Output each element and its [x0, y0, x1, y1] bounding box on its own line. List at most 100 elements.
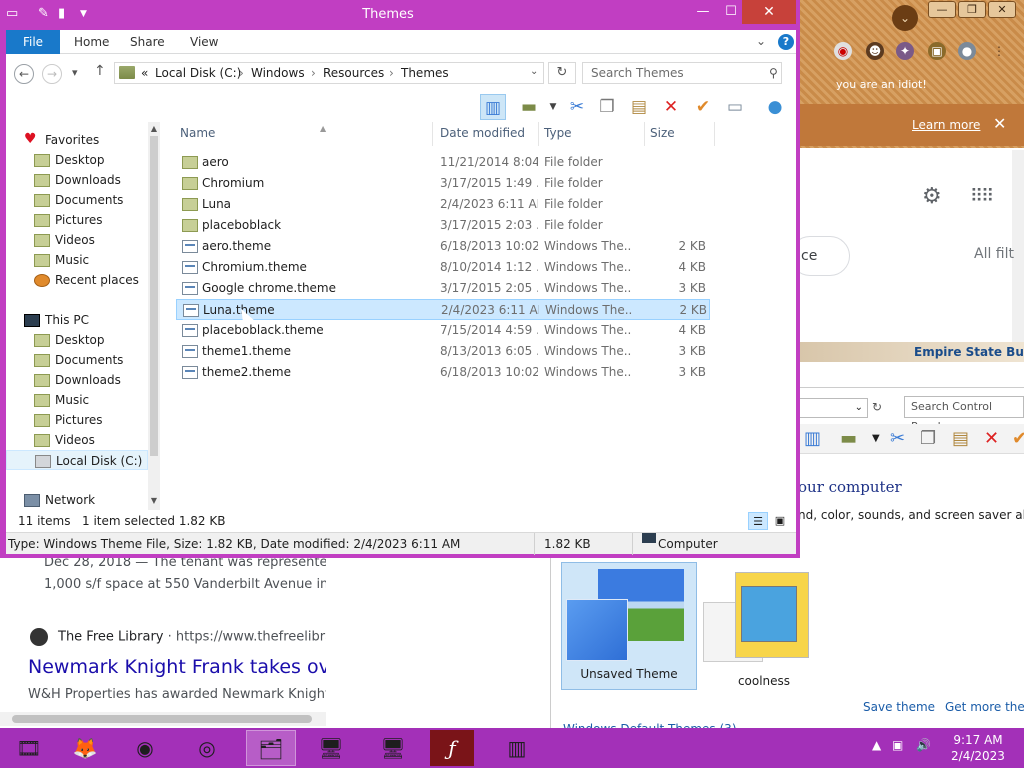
nav-favorites[interactable]: ♥ Favorites	[6, 130, 148, 150]
result-title[interactable]: Empire State Bu	[914, 345, 1024, 359]
apps-grid-icon[interactable]: ⠿⠿	[970, 186, 994, 207]
close-icon[interactable]: ✕	[993, 114, 1006, 133]
file-row-selected[interactable]: Luna.theme 2/4/2023 6:11 AM Windows The.…	[176, 299, 710, 320]
search-input[interactable]: Search Themes ⚲	[582, 62, 782, 84]
nav-pc-documents[interactable]: Documents	[6, 350, 148, 370]
nav-fav-documents[interactable]: Documents	[6, 190, 148, 210]
help-globe-icon[interactable]: ●	[762, 94, 788, 120]
menu-icon[interactable]: ⋮	[990, 42, 1008, 60]
column-divider[interactable]	[714, 122, 715, 146]
properties-icon[interactable]: ▭	[722, 94, 748, 120]
check-icon[interactable]: ✔	[690, 94, 716, 120]
new-folder-icon[interactable]: ▬	[840, 428, 857, 449]
copy-icon[interactable]: ❐	[594, 94, 620, 120]
file-explorer-icon[interactable]: 🗂	[246, 730, 296, 766]
bookmark-text[interactable]: you are an idiot!	[836, 78, 927, 91]
breadcrumb-resources[interactable]: Resources	[323, 66, 384, 80]
network-tray-icon[interactable]: ▣	[892, 738, 903, 752]
file-row[interactable]: placeboblack 3/17/2015 2:03 ... File fol…	[176, 215, 710, 236]
scroll-down-icon[interactable]: ▼	[148, 496, 160, 505]
nav-pc-videos[interactable]: Videos	[6, 430, 148, 450]
minimize-button[interactable]: —	[688, 0, 718, 24]
firefox-icon[interactable]: 🦊	[60, 730, 110, 766]
large-icons-view-icon[interactable]: ▣	[770, 512, 790, 530]
close-button[interactable]: ✕	[742, 0, 796, 24]
sidepanel-icon[interactable]: ▣	[928, 42, 946, 60]
tab-file[interactable]: File	[6, 30, 60, 54]
title-bar[interactable]: ▭ ✎ ▮ ▼ Themes — ☐ ✕	[0, 0, 800, 30]
paste-icon[interactable]: ▤	[952, 428, 969, 449]
new-folder-icon[interactable]: ▬	[516, 94, 542, 120]
nav-pc-desktop[interactable]: Desktop	[6, 330, 148, 350]
chevron-down-icon[interactable]: ⌄	[892, 5, 918, 31]
nav-this-pc[interactable]: This PC	[6, 310, 148, 330]
nav-scrollbar[interactable]: ▲ ▼	[148, 122, 160, 510]
breadcrumb-separator[interactable]: ›	[239, 66, 244, 80]
cut-icon[interactable]: ✂	[890, 428, 905, 449]
nav-pc-downloads[interactable]: Downloads	[6, 370, 148, 390]
gear-icon[interactable]: ⚙	[922, 184, 942, 209]
column-divider[interactable]	[432, 122, 433, 146]
tab-home[interactable]: Home	[64, 30, 119, 54]
search-icon[interactable]: ⚲	[769, 63, 778, 83]
nav-pc-pictures[interactable]: Pictures	[6, 410, 148, 430]
file-row[interactable]: Chromium 3/17/2015 1:49 ... File folder	[176, 173, 710, 194]
store-icon[interactable]: ▥	[492, 730, 542, 766]
extension-icon[interactable]: ◉	[834, 42, 852, 60]
nav-fav-downloads[interactable]: Downloads	[6, 170, 148, 190]
breadcrumb-themes[interactable]: Themes	[401, 66, 449, 80]
breadcrumb-local-disk[interactable]: Local Disk (C:)	[155, 66, 241, 80]
column-header-size[interactable]: Size	[650, 126, 675, 140]
campaign-icon[interactable]: ◎	[182, 730, 232, 766]
puzzle-icon[interactable]: ✦	[896, 42, 914, 60]
learn-more-link[interactable]: Learn more	[912, 118, 980, 132]
clock[interactable]: 9:17 AM 2/4/2023	[940, 732, 1016, 764]
chevron-down-icon[interactable]: ⌄	[756, 34, 766, 48]
column-header-name[interactable]: Name ▲	[180, 124, 326, 140]
chrome-icon[interactable]: ◉	[120, 730, 170, 766]
file-row[interactable]: Luna 2/4/2023 6:11 AM File folder	[176, 194, 710, 215]
result-card[interactable]: Empire State Bu	[798, 342, 1024, 362]
volume-icon[interactable]: 🔊	[916, 738, 931, 752]
delete-icon[interactable]: ✕	[984, 428, 999, 449]
breadcrumb-separator[interactable]: ›	[389, 66, 394, 80]
details-view-icon[interactable]: ☰	[748, 512, 768, 530]
paste-icon[interactable]: ▤	[626, 94, 652, 120]
network-app-2-icon[interactable]: 🖥	[368, 730, 418, 766]
dropdown-icon[interactable]: ▼	[540, 94, 566, 120]
result-link[interactable]: Newmark Knight Frank takes over	[28, 656, 349, 678]
file-row[interactable]: theme1.theme 8/13/2013 6:05 ... Windows …	[176, 341, 710, 362]
nav-fav-desktop[interactable]: Desktop	[6, 150, 148, 170]
nav-fav-pictures[interactable]: Pictures	[6, 210, 148, 230]
recent-locations-icon[interactable]: ▾	[72, 66, 78, 79]
nav-fav-music[interactable]: Music	[6, 250, 148, 270]
scrollbar-thumb[interactable]	[12, 715, 312, 723]
column-header-type[interactable]: Type	[544, 126, 572, 140]
nav-pc-local-disk[interactable]: Local Disk (C:)	[6, 450, 148, 470]
nav-fav-recent[interactable]: Recent places	[6, 270, 148, 290]
breadcrumb-overflow[interactable]: «	[141, 66, 148, 80]
nav-fav-videos[interactable]: Videos	[6, 230, 148, 250]
flash-icon[interactable]: ƒ	[430, 730, 474, 766]
file-row[interactable]: theme2.theme 6/18/2013 10:02... Windows …	[176, 362, 710, 383]
address-dropdown-icon[interactable]: ⌄	[530, 66, 538, 77]
get-more-themes-link[interactable]: Get more them	[945, 700, 1024, 714]
column-divider[interactable]	[538, 122, 539, 146]
nav-network[interactable]: Network	[6, 490, 148, 510]
column-header-date[interactable]: Date modified	[440, 126, 525, 140]
save-theme-link[interactable]: Save theme	[863, 700, 935, 714]
horizontal-scrollbar[interactable]	[0, 712, 326, 726]
forward-button[interactable]: →	[42, 64, 62, 84]
app-icon[interactable]: 🎞	[4, 730, 54, 766]
scroll-up-icon[interactable]: ▲	[148, 124, 160, 133]
tab-view[interactable]: View	[180, 30, 228, 54]
back-button[interactable]: ←	[14, 64, 34, 84]
bg-minimize-button[interactable]: —	[928, 1, 956, 18]
preview-pane-icon[interactable]: ▥	[804, 428, 821, 449]
file-row[interactable]: placeboblack.theme 7/15/2014 4:59 ... Wi…	[176, 320, 710, 341]
theme-tile-coolness[interactable]: coolness	[701, 566, 821, 690]
address-bar[interactable]: « Local Disk (C:) › Windows › Resources …	[114, 62, 544, 84]
file-row[interactable]: Chromium.theme 8/10/2014 1:12 ... Window…	[176, 257, 710, 278]
delete-icon[interactable]: ✕	[658, 94, 684, 120]
dropdown-icon[interactable]: ▼	[872, 433, 880, 444]
